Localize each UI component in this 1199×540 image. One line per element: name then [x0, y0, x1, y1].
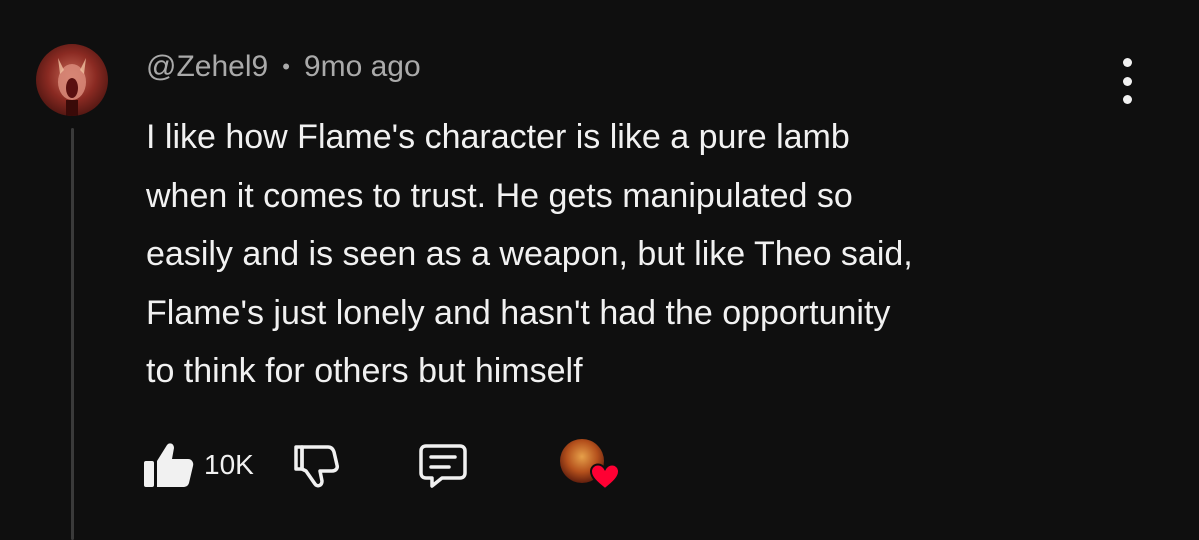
comment-timestamp[interactable]: 9mo ago	[304, 50, 421, 84]
thumbs-up-icon	[144, 443, 194, 487]
heart-icon	[589, 463, 620, 491]
dislike-button[interactable]	[290, 439, 342, 491]
like-count: 10K	[204, 449, 254, 480]
reply-button[interactable]	[416, 438, 470, 492]
more-vertical-icon-dot	[1122, 95, 1132, 104]
comment-header: @Zehel9 • 9mo ago	[146, 50, 421, 84]
thread-line	[71, 128, 74, 540]
author-avatar[interactable]	[36, 44, 108, 116]
like-button[interactable]: 10K	[140, 439, 290, 491]
more-options-button[interactable]	[1112, 58, 1142, 104]
author-handle[interactable]: @Zehel9	[146, 50, 268, 84]
thumbs-down-icon	[294, 445, 339, 488]
more-vertical-icon	[1122, 58, 1132, 67]
meta-separator: •	[282, 54, 290, 79]
comment-text: I like how Flame's character is like a p…	[146, 118, 913, 390]
avatar-image	[58, 58, 86, 116]
more-vertical-icon-dot	[1122, 76, 1132, 86]
comment-card: @Zehel9 • 9mo ago I like how Flame's cha…	[0, 0, 1199, 540]
comment-actions: 10K	[140, 430, 622, 500]
creator-heart-badge[interactable]	[559, 437, 622, 493]
comment-icon	[419, 444, 467, 488]
